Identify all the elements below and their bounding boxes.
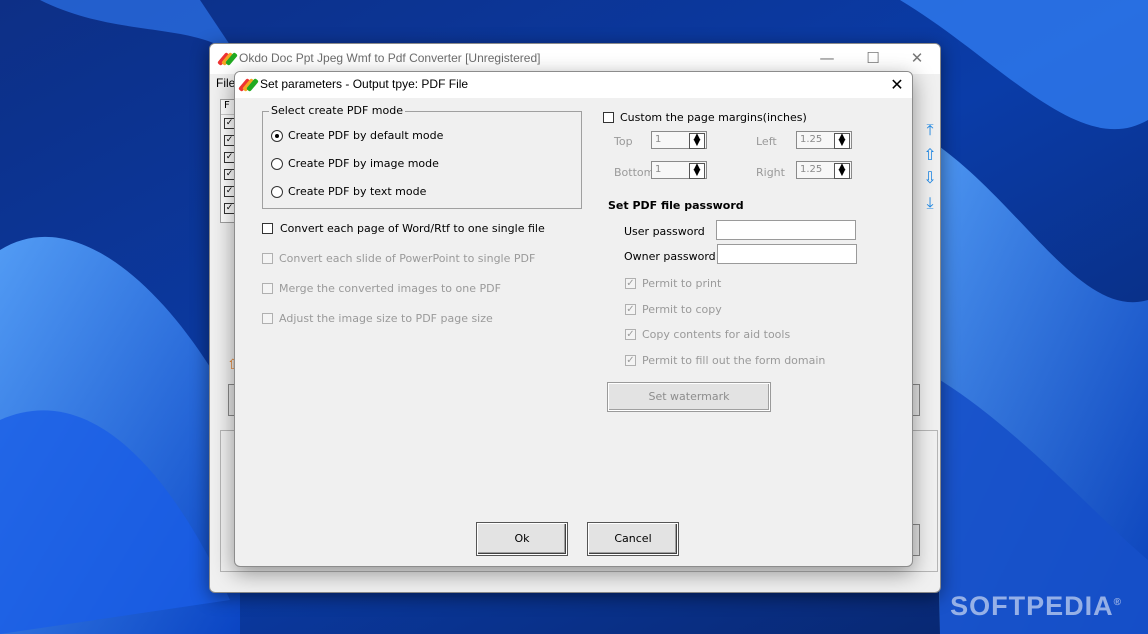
margin-top-label: Top [614,135,633,148]
margin-top-spinner[interactable]: 1 ▲ ▼ [651,131,707,149]
margin-right-value: 1.25 [800,164,823,175]
pdf-mode-legend: Select create PDF mode [269,104,405,117]
move-bottom-icon[interactable]: ⤓ [923,195,937,212]
adjust-size-checkbox[interactable] [262,313,273,324]
set-watermark-button[interactable]: Set watermark [608,383,770,411]
hidden-button-edge[interactable] [912,524,920,556]
hidden-button-edge[interactable] [912,384,920,416]
pdf-mode-group: Select create PDF mode Create PDF by def… [262,104,582,209]
fill-form-checkbox[interactable]: ✓ [625,355,636,366]
margin-right-spinner[interactable]: 1.25 ▲ ▼ [796,161,852,179]
margin-left-spinner[interactable]: 1.25 ▲ ▼ [796,131,852,149]
custom-margins-checkbox[interactable] [603,112,614,123]
aid-tools-label: Copy contents for aid tools [642,328,791,341]
radio-image-mode-label[interactable]: Create PDF by image mode [288,157,439,170]
spinner-arrows-icon[interactable]: ▲ ▼ [834,133,850,149]
margin-left-value: 1.25 [800,134,823,145]
margin-top-value: 1 [655,134,662,145]
merge-images-label: Merge the converted images to one PDF [279,282,501,295]
menu-file[interactable]: File [216,76,235,90]
maximize-button[interactable]: ☐ [850,44,896,74]
merge-images-checkbox[interactable] [262,283,273,294]
ppt-single-label: Convert each slide of PowerPoint to sing… [279,252,536,265]
cancel-button[interactable]: Cancel [588,523,678,555]
permit-copy-checkbox[interactable]: ✓ [625,304,636,315]
app-icon [217,51,238,67]
radio-default-mode-label[interactable]: Create PDF by default mode [288,129,443,142]
move-up-icon[interactable]: ⇧ [923,147,937,164]
main-titlebar: Okdo Doc Ppt Jpeg Wmf to Pdf Converter [… [210,44,940,74]
custom-margins-label[interactable]: Custom the page margins(inches) [620,111,807,124]
permit-copy-label: Permit to copy [642,303,722,316]
owner-password-input[interactable] [717,244,857,264]
minimize-button[interactable]: — [804,44,850,74]
spinner-arrows-icon[interactable]: ▲ ▼ [689,133,705,149]
adjust-size-label: Adjust the image size to PDF page size [279,312,493,325]
dialog-app-icon [238,77,259,93]
fill-form-label: Permit to fill out the form domain [642,354,826,367]
aid-tools-checkbox[interactable]: ✓ [625,329,636,340]
ppt-single-checkbox[interactable] [262,253,273,264]
spinner-arrows-icon[interactable]: ▲ ▼ [834,163,850,179]
dialog-title: Set parameters - Output tpye: PDF File [260,77,469,91]
word-single-checkbox[interactable] [262,223,273,234]
dialog-titlebar: Set parameters - Output tpye: PDF File ✕ [235,72,912,98]
softpedia-watermark: SOFTPEDIA® [950,591,1122,621]
permit-print-checkbox[interactable]: ✓ [625,278,636,289]
main-close-button[interactable]: ✕ [894,44,940,74]
move-down-icon[interactable]: ⇩ [923,170,937,187]
word-single-label[interactable]: Convert each page of Word/Rtf to one sin… [280,222,545,235]
password-heading: Set PDF file password [608,199,744,212]
radio-default-mode[interactable] [271,130,283,142]
margin-bottom-label: Bottom [614,166,655,179]
main-window-title: Okdo Doc Ppt Jpeg Wmf to Pdf Converter [… [239,51,541,65]
radio-text-mode[interactable] [271,186,283,198]
ok-button[interactable]: Ok [477,523,567,555]
permit-print-label: Permit to print [642,277,722,290]
user-password-input[interactable] [716,220,856,240]
radio-image-mode[interactable] [271,158,283,170]
margin-bottom-spinner[interactable]: 1 ▲ ▼ [651,161,707,179]
margin-left-label: Left [756,135,777,148]
radio-text-mode-label[interactable]: Create PDF by text mode [288,185,426,198]
move-top-icon[interactable]: ⤒ [923,122,937,139]
margin-right-label: Right [756,166,785,179]
owner-password-label: Owner password [624,250,716,263]
margin-bottom-value: 1 [655,164,662,175]
spinner-arrows-icon[interactable]: ▲ ▼ [689,163,705,179]
set-parameters-dialog: Set parameters - Output tpye: PDF File ✕… [234,71,913,567]
dialog-close-button[interactable]: ✕ [882,72,912,98]
user-password-label: User password [624,225,705,238]
